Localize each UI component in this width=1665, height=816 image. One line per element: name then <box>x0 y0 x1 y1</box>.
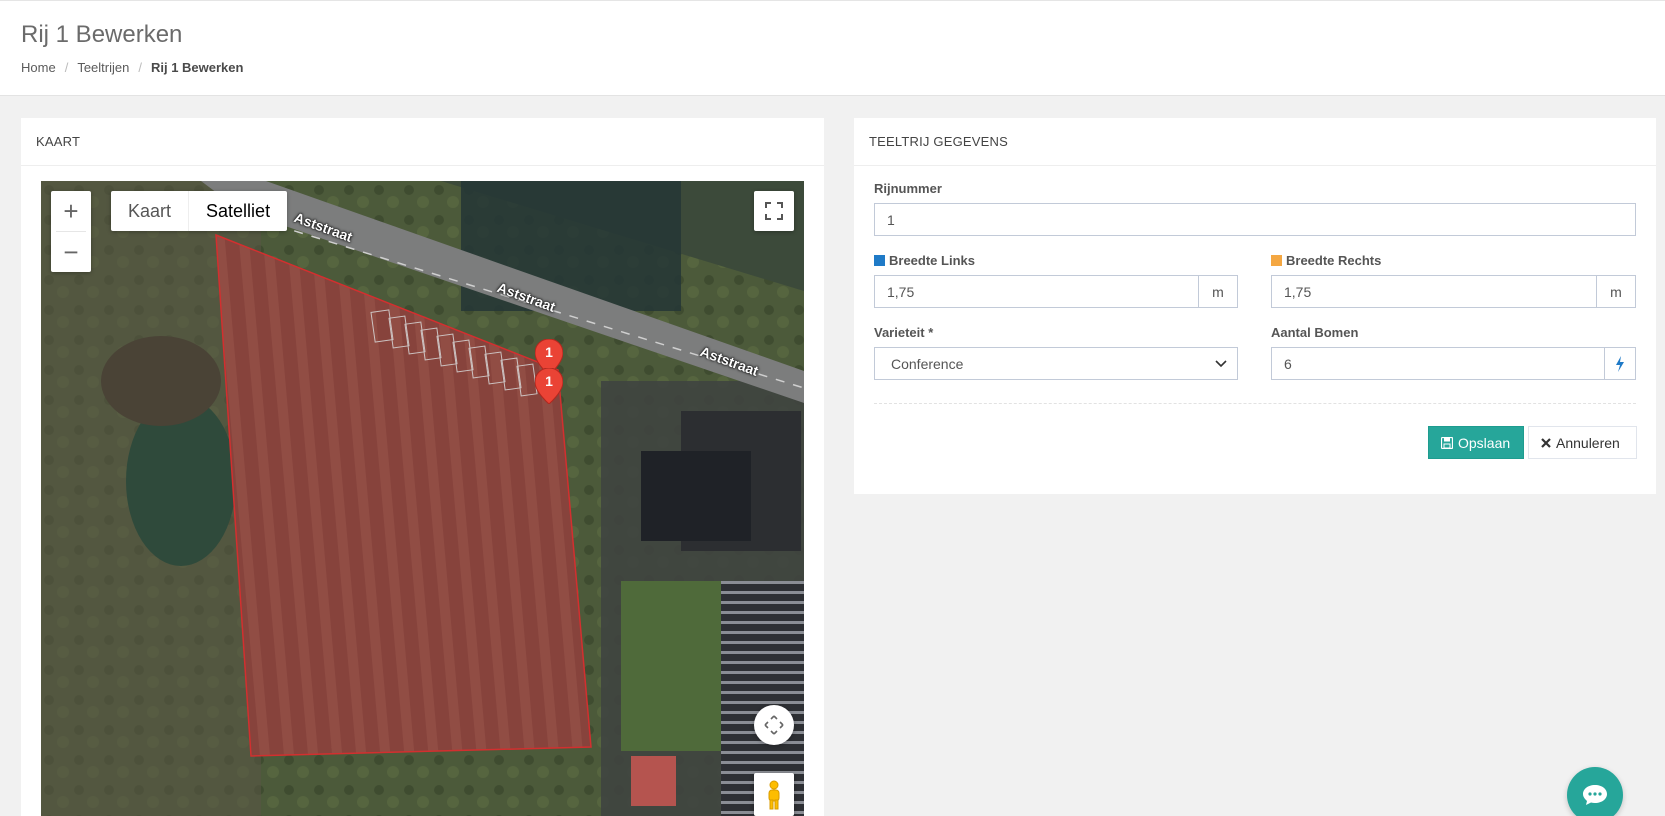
fullscreen-icon <box>765 202 783 220</box>
bolt-icon <box>1616 355 1624 372</box>
breedte-rechts-input[interactable]: 1,75 <box>1271 275 1597 308</box>
aantal-bomen-group: Aantal Bomen 6 <box>1271 325 1636 380</box>
marker-label: 1 <box>545 344 553 360</box>
map-card-title: KAART <box>21 118 824 166</box>
calculate-bolt-button[interactable] <box>1604 347 1636 380</box>
breedte-links-unit: m <box>1198 275 1238 308</box>
breedte-rechts-unit: m <box>1596 275 1636 308</box>
map-type-control: Kaart Satelliet <box>111 191 288 231</box>
varieteit-group: Varieteit * Conference <box>874 325 1238 380</box>
save-button-label: Opslaan <box>1458 434 1511 451</box>
varieteit-label: Varieteit * <box>874 325 934 340</box>
zoom-in-button[interactable]: + <box>51 191 91 231</box>
satellite-imagery <box>41 181 804 816</box>
breedte-links-input-group: 1,75 m <box>874 275 1238 308</box>
aantal-bomen-input[interactable]: 6 <box>1271 347 1605 380</box>
chevron-down-icon <box>1215 360 1227 368</box>
street-view-pegman-button[interactable] <box>754 773 794 816</box>
cancel-button-label: Annuleren <box>1556 434 1620 451</box>
breedte-links-group: Breedte Links 1,75 m <box>874 253 1238 308</box>
map-type-kaart-button[interactable]: Kaart <box>111 191 188 231</box>
varieteit-select[interactable]: Conference <box>874 347 1238 380</box>
rijnummer-group: Rijnummer 1 <box>874 181 1636 236</box>
form-card-title: TEELTRIJ GEGEVENS <box>854 118 1656 166</box>
chat-icon <box>1583 785 1607 805</box>
map-card: KAART Aststraat Aststraat Aststraat 1 1 … <box>21 118 824 816</box>
map-marker[interactable]: 1 <box>534 367 564 405</box>
breadcrumb: Home / Teeltrijen / Rij 1 Bewerken <box>21 60 243 75</box>
breedte-rechts-label-row: Breedte Rechts <box>1271 253 1636 268</box>
breedte-links-label-row: Breedte Links <box>874 253 1238 268</box>
floppy-disk-icon <box>1441 436 1453 449</box>
rijnummer-input[interactable]: 1 <box>874 203 1636 236</box>
page-title: Rij 1 Bewerken <box>21 21 183 48</box>
blue-square-icon <box>874 255 885 266</box>
close-icon <box>1541 437 1551 448</box>
breadcrumb-separator: / <box>64 60 69 75</box>
aantal-bomen-input-group: 6 <box>1271 347 1636 380</box>
page-header: Rij 1 Bewerken Home / Teeltrijen / Rij 1… <box>0 0 1665 96</box>
breedte-links-label: Breedte Links <box>889 253 975 268</box>
rijnummer-label: Rijnummer <box>874 181 942 196</box>
chat-button[interactable] <box>1567 767 1623 816</box>
form-divider <box>874 403 1636 404</box>
cancel-button[interactable]: Annuleren <box>1528 426 1637 459</box>
pan-arrows-icon <box>764 715 784 735</box>
map-type-satelliet-button[interactable]: Satelliet <box>188 191 287 231</box>
marker-label: 1 <box>545 373 553 389</box>
aantal-bomen-label: Aantal Bomen <box>1271 325 1359 340</box>
form-card: TEELTRIJ GEGEVENS Rijnummer 1 Breedte Li… <box>854 118 1656 494</box>
orange-square-icon <box>1271 255 1282 266</box>
breadcrumb-current: Rij 1 Bewerken <box>150 60 244 75</box>
breedte-links-input[interactable]: 1,75 <box>874 275 1199 308</box>
map-canvas[interactable]: Aststraat Aststraat Aststraat 1 1 + − Ka… <box>41 181 804 816</box>
breedte-rechts-input-group: 1,75 m <box>1271 275 1636 308</box>
save-button[interactable]: Opslaan <box>1428 426 1524 459</box>
breadcrumb-home[interactable]: Home <box>21 60 56 75</box>
camera-control-button[interactable] <box>754 705 794 745</box>
breadcrumb-separator: / <box>138 60 142 75</box>
varieteit-selected-value: Conference <box>891 355 964 372</box>
zoom-out-button[interactable]: − <box>51 232 91 272</box>
zoom-control: + − <box>51 191 91 272</box>
pegman-icon <box>768 780 780 809</box>
fullscreen-button[interactable] <box>754 191 794 231</box>
breedte-rechts-label: Breedte Rechts <box>1286 253 1382 268</box>
breadcrumb-teeltrijen[interactable]: Teeltrijen <box>77 60 129 75</box>
breedte-rechts-group: Breedte Rechts 1,75 m <box>1271 253 1636 308</box>
